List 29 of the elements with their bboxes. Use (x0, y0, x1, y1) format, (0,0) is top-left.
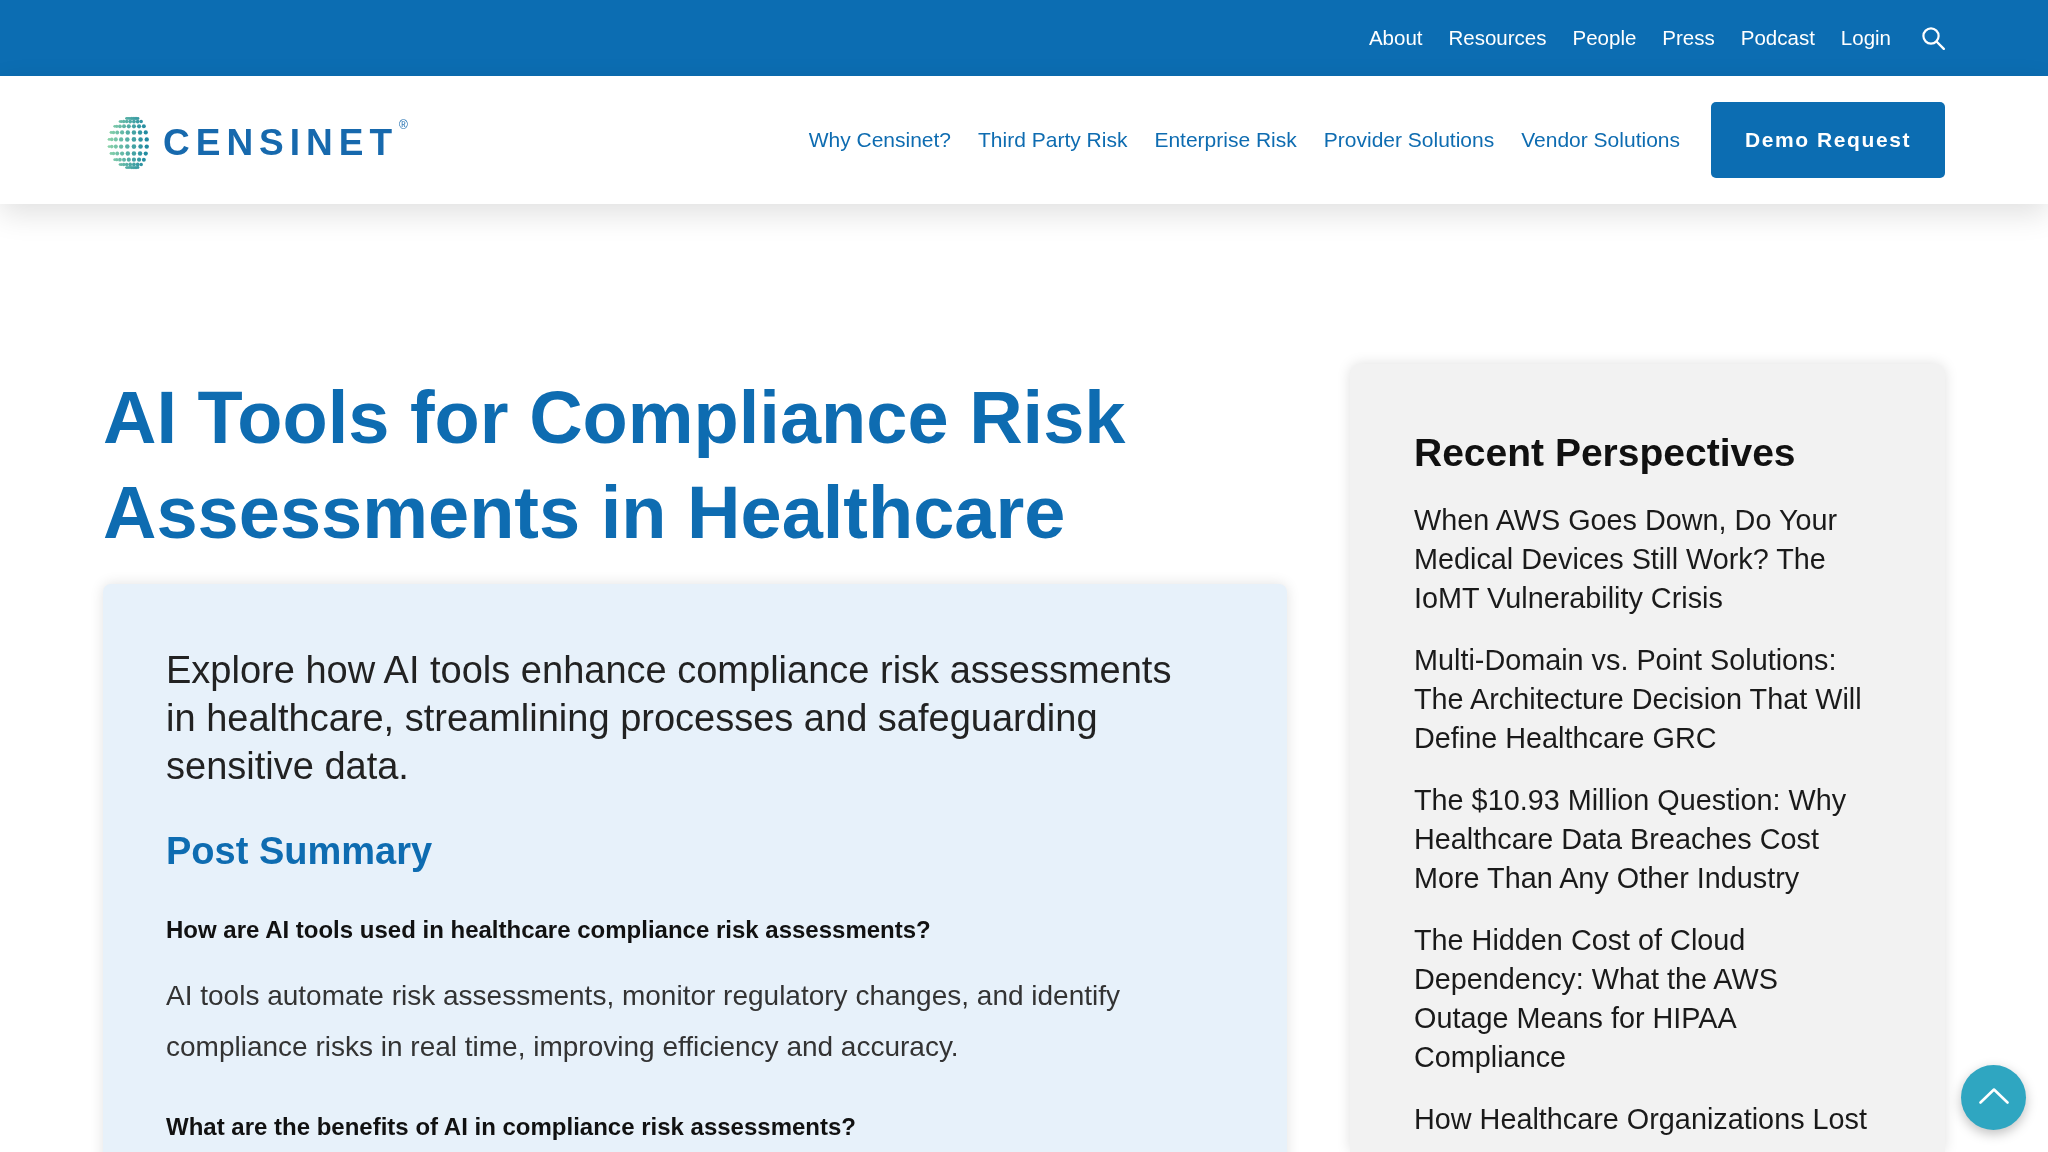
registered-mark: ® (399, 118, 408, 132)
nav-link[interactable]: People (1572, 25, 1637, 51)
faq-answer: AI tools automate risk assessments, monitor regulatory changes, and identify compliance risks in real time, improving efficiency and accuracy. (166, 979, 1122, 1064)
nav-link[interactable]: Resources (1448, 25, 1547, 51)
nav-link[interactable]: Press (1662, 25, 1715, 51)
nav-link[interactable]: Vendor Solutions (1521, 127, 1680, 153)
section-heading: Post Summary (166, 829, 434, 874)
faq-question: What are the benefits of AI in compliance risk assessments? (166, 1112, 857, 1142)
article-link[interactable]: Multi-Domain vs. Point Solutions: The Architecture Decision That Will Define Healthcare GRC (1414, 641, 1874, 758)
nav-link[interactable]: About (1368, 25, 1423, 51)
nav-link[interactable]: Third Party Risk (978, 127, 1128, 153)
scroll-to-top-button[interactable] (1961, 1065, 2026, 1130)
sidebar-heading: Recent Perspectives (1414, 430, 1796, 476)
article-link[interactable]: When AWS Goes Down, Do Your Medical Devices Still Work? The IoMT Vulnerability Crisis (1414, 501, 1874, 618)
chevron-up-icon (1978, 1088, 2009, 1104)
demo-request-button[interactable]: Demo Request (1711, 102, 1945, 178)
nav-link[interactable]: Why Censinet? (808, 127, 952, 153)
nav-link[interactable]: Podcast (1740, 25, 1815, 51)
nav-link[interactable]: Enterprise Risk (1154, 127, 1297, 153)
search-icon[interactable] (1921, 26, 1945, 50)
article-link[interactable]: The Hidden Cost of Cloud Dependency: What the AWS Outage Means for HIPAA Compliance (1414, 921, 1874, 1077)
intro-text: Explore how AI tools enhance compliance risk assessments in healthcare, streamlining processes and safeguarding sensitive data. (166, 648, 1173, 789)
page-title: AI Tools for Compliance Risk Assessments in Healthcare (103, 375, 1127, 556)
faq-question: How are AI tools used in healthcare compliance risk assessments? (166, 915, 932, 945)
nav-link[interactable]: Provider Solutions (1323, 127, 1495, 153)
logo-wordmark[interactable]: CENSINET (163, 123, 399, 163)
article-link[interactable]: The $10.93 Million Question: Why Healthcare Data Breaches Cost More Than Any Other Industry (1414, 781, 1874, 898)
article-link[interactable]: How Healthcare Organizations Lost (1414, 1100, 1867, 1139)
nav-link[interactable]: Login (1840, 25, 1891, 51)
